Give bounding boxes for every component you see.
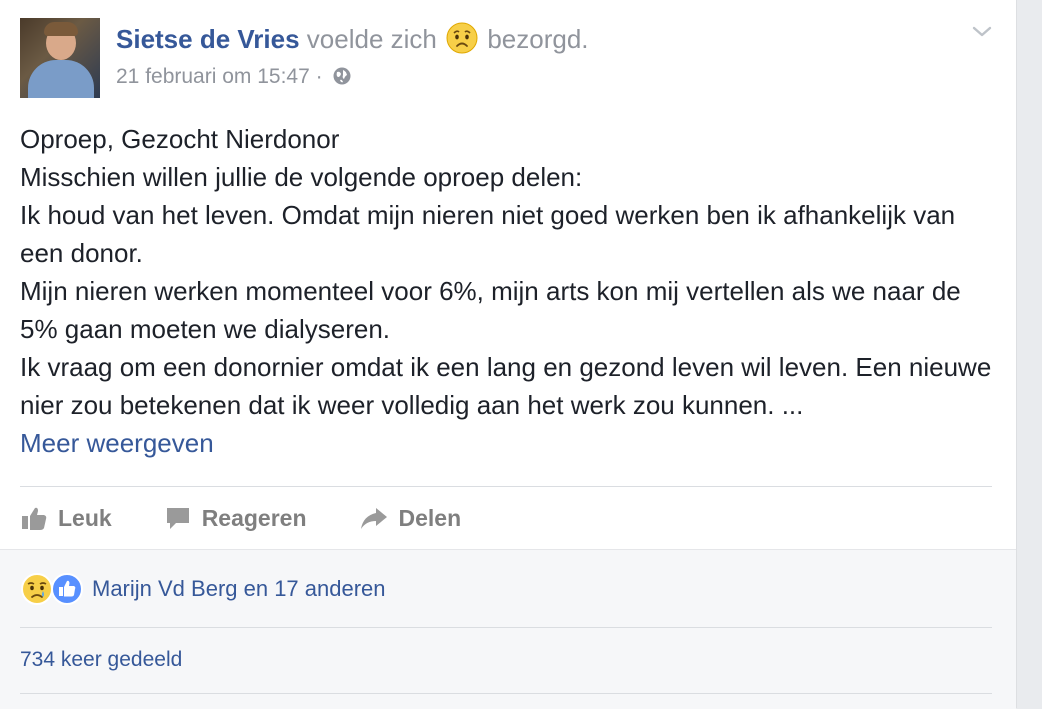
post-meta: 21 februari om 15:47 · — [116, 62, 352, 92]
post-header: Sietse de Vries voelde zich bezorgd. — [116, 22, 589, 56]
sad-face-icon — [21, 573, 53, 605]
chevron-down-icon[interactable] — [970, 22, 994, 42]
share-label: Delen — [398, 504, 462, 531]
post-card: Sietse de Vries voelde zich bezorgd. 21 … — [0, 0, 1017, 709]
like-label: Leuk — [58, 504, 112, 531]
post-body-line: Ik vraag om een donornier omdat ik een l… — [20, 352, 992, 420]
post-body-line: Oproep, Gezocht Nierdonor — [20, 124, 340, 154]
shares-count[interactable]: 734 keer gedeeld — [20, 648, 182, 672]
like-thumb-icon — [51, 573, 83, 605]
worried-face-icon — [446, 22, 478, 54]
reactions-summary[interactable]: Marijn Vd Berg en 17 anderen — [20, 572, 386, 606]
feeling-prefix: voelde zich — [306, 24, 437, 54]
avatar-shirt — [28, 60, 94, 98]
post-body: Oproep, Gezocht Nierdonor Misschien will… — [20, 120, 1000, 462]
action-bar: Leuk Reageren Delen — [20, 498, 513, 538]
like-thumb-icon — [22, 507, 47, 530]
comment-label: Reageren — [201, 504, 307, 531]
post-body-line: Mijn nieren werken momenteel voor 6%, mi… — [20, 276, 961, 344]
share-arrow-icon — [360, 508, 387, 529]
avatar[interactable] — [20, 18, 100, 98]
globe-icon[interactable] — [332, 66, 352, 86]
post-footer: Marijn Vd Berg en 17 anderen 734 keer ge… — [0, 549, 1016, 709]
reactions-label: Marijn Vd Berg en 17 anderen — [92, 576, 386, 601]
like-button[interactable]: Leuk — [20, 504, 112, 532]
share-button[interactable]: Delen — [359, 504, 462, 532]
reaction-icons — [20, 572, 86, 606]
comment-button[interactable]: Reageren — [164, 504, 307, 532]
avatar-hair — [44, 22, 78, 36]
feeling-text: bezorgd. — [487, 24, 589, 54]
divider — [20, 486, 992, 487]
post-body-line: Ik houd van het leven. Omdat mijn nieren… — [20, 200, 956, 268]
post-body-line: Misschien willen jullie de volgende opro… — [20, 162, 583, 192]
timestamp[interactable]: 21 februari om 15:47 — [116, 65, 310, 88]
divider — [20, 693, 992, 694]
see-more-link[interactable]: Meer weergeven — [20, 428, 214, 458]
meta-separator: · — [315, 65, 323, 88]
divider — [20, 627, 992, 628]
comment-bubble-icon — [166, 508, 189, 529]
author-name[interactable]: Sietse de Vries — [116, 24, 300, 54]
